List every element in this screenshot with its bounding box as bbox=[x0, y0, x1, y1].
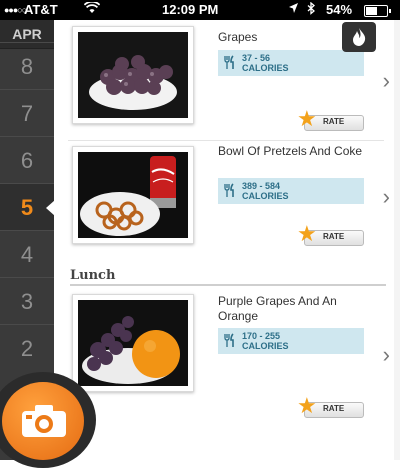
calorie-badge: 37 - 56 CALORIES bbox=[218, 50, 364, 76]
wifi-icon bbox=[83, 0, 101, 17]
day-item-8[interactable]: 8 bbox=[0, 42, 54, 90]
section-header-lunch: Lunch bbox=[70, 268, 116, 283]
calorie-badge: 389 - 584 CALORIES bbox=[218, 178, 364, 204]
chevron-right-icon[interactable]: › bbox=[383, 342, 390, 368]
rate-label: RATE bbox=[323, 232, 345, 241]
fork-knife-icon bbox=[224, 55, 236, 74]
carrier-label: AT&T bbox=[24, 2, 58, 17]
day-item-3[interactable]: 3 bbox=[0, 277, 54, 325]
camera-button-face bbox=[2, 382, 84, 460]
meal-photo-frame bbox=[72, 26, 194, 124]
grapes-orange-photo bbox=[78, 300, 188, 386]
rate-label: RATE bbox=[323, 117, 345, 126]
calorie-flame-button[interactable] bbox=[342, 22, 376, 52]
day-item-4[interactable]: 4 bbox=[0, 230, 54, 278]
signal-strength-icon: ●●●○○ bbox=[4, 5, 27, 15]
scroll-track bbox=[394, 20, 400, 460]
clock-time: 12:09 PM bbox=[162, 2, 219, 17]
day-item-5-selected[interactable]: 5 bbox=[0, 183, 55, 231]
rate-button[interactable]: ★ RATE bbox=[297, 394, 364, 418]
meal-list[interactable]: Grapes 37 - 56 CALORIES › ★ RATE Bowl Of… bbox=[54, 20, 394, 460]
calorie-badge: 170 - 255 CALORIES bbox=[218, 328, 364, 354]
calorie-unit: CALORIES bbox=[242, 341, 289, 351]
calorie-unit: CALORIES bbox=[242, 63, 289, 73]
battery-icon bbox=[364, 5, 391, 17]
day-item-7[interactable]: 7 bbox=[0, 89, 54, 137]
meal-photo-frame bbox=[72, 294, 194, 392]
grapes-photo bbox=[78, 32, 188, 118]
star-icon: ★ bbox=[297, 106, 317, 131]
chevron-right-icon[interactable]: › bbox=[383, 68, 390, 94]
section-divider bbox=[70, 284, 386, 286]
rate-button[interactable]: ★ RATE bbox=[297, 107, 364, 131]
status-bar: ●●●○○ AT&T 12:09 PM 54% bbox=[0, 0, 400, 20]
fork-knife-icon bbox=[224, 333, 236, 352]
rate-label: RATE bbox=[323, 404, 345, 413]
meal-title: Bowl Of Pretzels And Coke bbox=[218, 144, 363, 158]
rate-button[interactable]: ★ RATE bbox=[297, 222, 364, 246]
calorie-range: 37 - 56 bbox=[242, 53, 271, 63]
location-arrow-icon bbox=[288, 2, 299, 17]
day-item-6[interactable]: 6 bbox=[0, 136, 54, 184]
flame-icon bbox=[353, 28, 366, 46]
day-item-2[interactable]: 2 bbox=[0, 324, 54, 372]
pretzels-coke-photo bbox=[78, 152, 188, 238]
meal-photo-frame bbox=[72, 146, 194, 244]
calorie-range: 170 - 255 bbox=[242, 331, 281, 341]
camera-icon bbox=[22, 405, 66, 437]
calorie-unit: CALORIES bbox=[242, 191, 289, 201]
fork-knife-icon bbox=[224, 183, 236, 202]
star-icon: ★ bbox=[297, 221, 317, 246]
battery-percentage: 54% bbox=[326, 2, 353, 17]
chevron-right-icon[interactable]: › bbox=[383, 184, 390, 210]
star-icon: ★ bbox=[297, 393, 317, 418]
calorie-range: 389 - 584 bbox=[242, 181, 281, 191]
meal-title: Purple Grapes And An Orange bbox=[218, 294, 337, 323]
row-divider bbox=[68, 140, 384, 141]
bluetooth-icon bbox=[307, 1, 316, 18]
